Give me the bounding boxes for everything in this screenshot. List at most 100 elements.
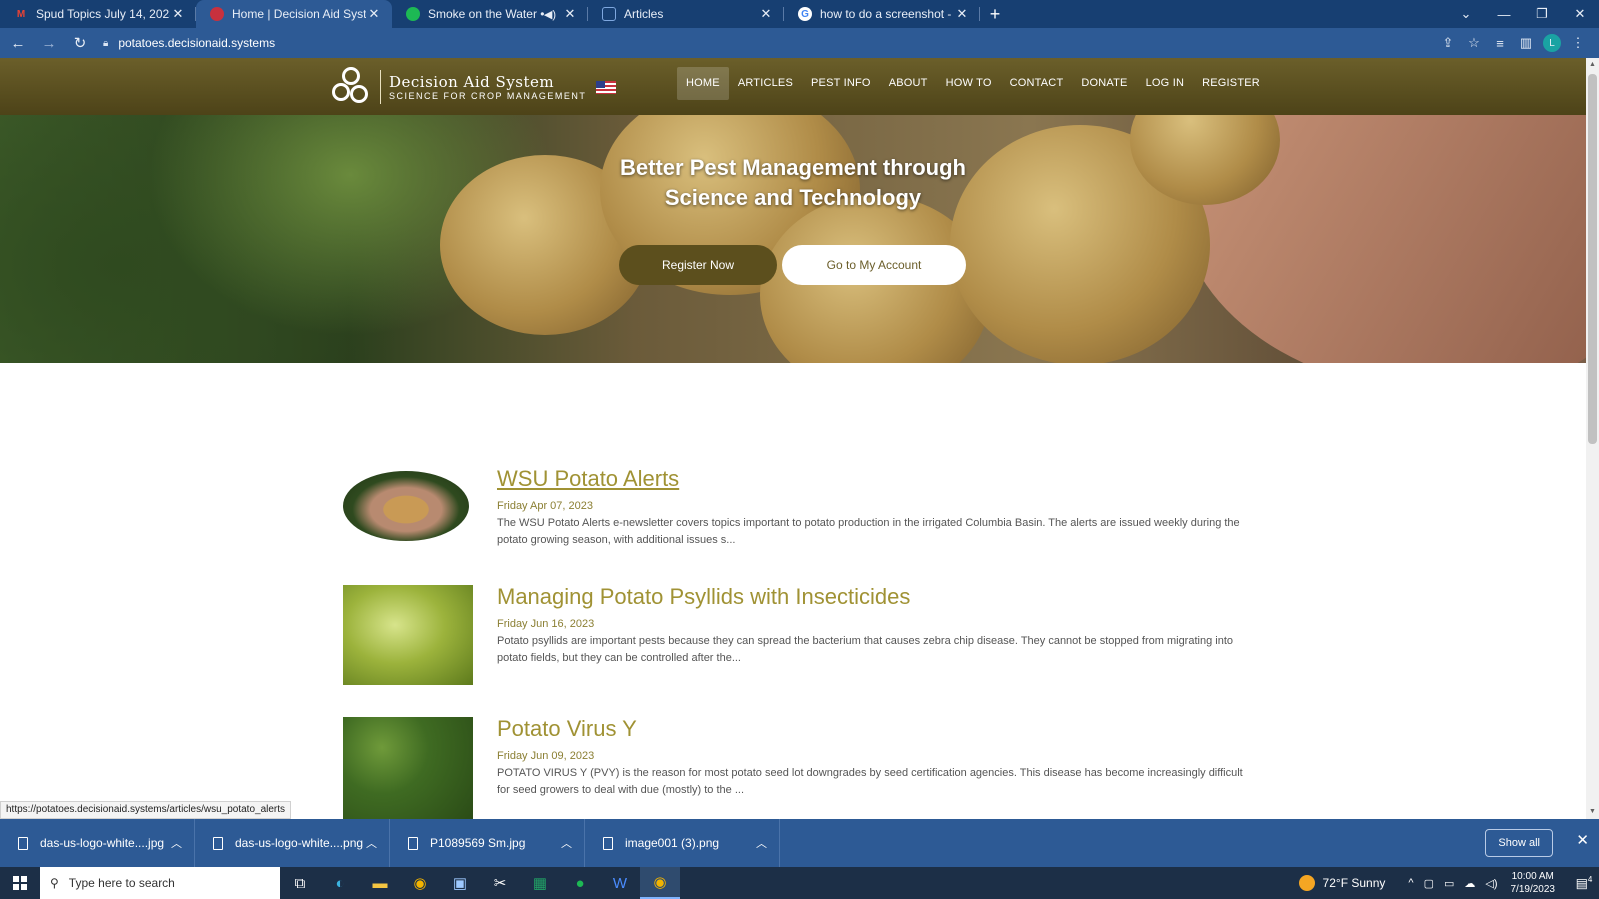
spotify-icon	[406, 7, 420, 21]
edge-icon[interactable]: ◐	[320, 867, 360, 899]
tab-google-search[interactable]: G how to do a screenshot - Google ✕	[784, 0, 980, 28]
volume-icon[interactable]: ◁)	[1485, 877, 1497, 890]
gmail-icon: M	[16, 8, 26, 20]
windows-taskbar: ⚲ Type here to search ⧉ ◐ ▬ ◉ ▣ ✂ ▦ ● W …	[0, 867, 1599, 899]
tab-search-icon[interactable]: ⌄	[1447, 0, 1485, 28]
google-icon: G	[798, 7, 812, 21]
chevron-up-icon[interactable]: ︿	[561, 835, 572, 851]
nav-register[interactable]: REGISTER	[1193, 67, 1269, 100]
close-icon[interactable]: ✕	[954, 6, 970, 22]
logo-tagline: SCIENCE FOR CROP MANAGEMENT	[389, 91, 587, 101]
us-flag-icon	[596, 80, 617, 94]
chrome-icon[interactable]: ◉	[400, 867, 440, 899]
nav-log-in[interactable]: LOG IN	[1137, 67, 1194, 100]
close-icon[interactable]: ✕	[758, 6, 774, 22]
windows-logo-icon	[13, 876, 27, 890]
chevron-up-icon[interactable]: ︿	[171, 835, 182, 851]
taskbar-search[interactable]: ⚲ Type here to search	[40, 867, 280, 899]
close-window-icon[interactable]: ✕	[1561, 0, 1599, 28]
tab-spotify[interactable]: Smoke on the Water • Deep ◀) ✕	[392, 0, 588, 28]
site-logo[interactable]: Decision Aid System SCIENCE FOR CROP MAN…	[330, 67, 617, 107]
back-icon[interactable]: ←	[5, 30, 31, 56]
nav-pest-info[interactable]: PEST INFO	[802, 67, 880, 100]
system-tray: 72°F Sunny ^ ▢ ▭ ☁ ◁) 10:00 AM 7/19/2023…	[1298, 867, 1599, 899]
chevron-up-icon[interactable]: ︿	[366, 835, 377, 851]
article-title-link[interactable]: WSU Potato Alerts	[497, 466, 1245, 492]
register-now-button[interactable]: Register Now	[619, 245, 777, 285]
tab-decision-aid-home[interactable]: Home | Decision Aid Systems ✕	[196, 0, 392, 28]
clock[interactable]: 10:00 AM 7/19/2023	[1511, 870, 1556, 896]
tab-articles[interactable]: Articles ✕	[588, 0, 784, 28]
spotify-taskbar-icon[interactable]: ●	[560, 867, 600, 899]
side-panel-icon[interactable]: ▥	[1513, 30, 1539, 56]
share-icon[interactable]: ⇪	[1435, 30, 1461, 56]
tab-spud-topics[interactable]: M Spud Topics July 14, 2023 - lane ✕	[0, 0, 196, 28]
tab-label: Spud Topics July 14, 2023 - lane	[36, 7, 170, 21]
close-icon[interactable]: ✕	[170, 6, 186, 22]
meet-icon[interactable]: ▢	[1424, 877, 1434, 890]
virus-y-thumbnail[interactable]	[343, 717, 473, 819]
close-icon[interactable]: ✕	[562, 6, 578, 22]
article-title-link[interactable]: Potato Virus Y	[497, 716, 1245, 742]
close-icon[interactable]: ✕	[366, 6, 382, 22]
chevron-up-icon[interactable]: ^	[1408, 877, 1413, 889]
onedrive-icon[interactable]: ☁	[1464, 877, 1475, 890]
nav-articles[interactable]: ARTICLES	[729, 67, 802, 100]
download-item[interactable]: P1089569 Sm.jpg ︿	[390, 819, 585, 867]
tab-label: how to do a screenshot - Google	[820, 7, 954, 21]
more-menu-icon[interactable]: ⋮	[1565, 30, 1591, 56]
nav-contact[interactable]: CONTACT	[1001, 67, 1073, 100]
go-to-account-button[interactable]: Go to My Account	[782, 245, 966, 285]
notification-icon[interactable]: ▤4	[1569, 875, 1599, 891]
close-download-bar-icon[interactable]: ✕	[1576, 831, 1589, 849]
weather-widget[interactable]: 72°F Sunny	[1298, 875, 1385, 891]
scroll-up-icon[interactable]: ▲	[1586, 58, 1599, 72]
scrollbar-thumb[interactable]	[1588, 74, 1597, 444]
speaker-icon[interactable]: ◀)	[544, 8, 556, 21]
forward-icon[interactable]: →	[36, 30, 62, 56]
media-queue-icon[interactable]: ≡	[1487, 30, 1513, 56]
psyllid-thumbnail[interactable]	[343, 585, 473, 685]
download-bar: das-us-logo-white....jpg ︿ das-us-logo-w…	[0, 819, 1599, 867]
main-nav: HOME ARTICLES PEST INFO ABOUT HOW TO CON…	[677, 67, 1269, 100]
chevron-up-icon[interactable]: ︿	[756, 835, 767, 851]
bookmark-star-icon[interactable]: ☆	[1461, 30, 1487, 56]
excel-icon[interactable]: ▦	[520, 867, 560, 899]
task-view-icon[interactable]: ⧉	[280, 867, 320, 899]
minimize-icon[interactable]: —	[1485, 0, 1523, 28]
nav-donate[interactable]: DONATE	[1072, 67, 1136, 100]
show-all-downloads-button[interactable]: Show all	[1485, 829, 1553, 857]
lock-icon[interactable]: 🔒︎	[103, 38, 108, 49]
file-icon	[18, 836, 28, 850]
chrome-active-icon[interactable]: ◉	[640, 867, 680, 899]
das-logo-icon	[330, 67, 372, 107]
nav-home[interactable]: HOME	[677, 67, 729, 100]
hero-title: Better Pest Management through Science a…	[620, 155, 966, 210]
new-tab-button[interactable]: +	[980, 0, 1010, 28]
network-icon[interactable]: ▭	[1444, 877, 1454, 890]
word-icon[interactable]: W	[600, 867, 640, 899]
file-explorer-icon[interactable]: ▬	[360, 867, 400, 899]
download-item[interactable]: das-us-logo-white....png ︿	[195, 819, 390, 867]
article-title-link[interactable]: Managing Potato Psyllids with Insecticid…	[497, 584, 1245, 610]
scroll-down-icon[interactable]: ▼	[1586, 805, 1599, 819]
page-icon	[602, 7, 616, 21]
file-icon	[213, 836, 223, 850]
start-button[interactable]	[0, 867, 40, 899]
snipping-tool-icon[interactable]: ✂	[480, 867, 520, 899]
nav-about[interactable]: ABOUT	[880, 67, 937, 100]
nav-how-to[interactable]: HOW TO	[937, 67, 1001, 100]
download-item[interactable]: image001 (3).png ︿	[585, 819, 780, 867]
sun-icon	[1298, 875, 1315, 891]
file-icon	[408, 836, 418, 850]
file-icon	[603, 836, 613, 850]
download-item[interactable]: das-us-logo-white....jpg ︿	[0, 819, 195, 867]
wsu-alerts-thumbnail[interactable]	[343, 471, 469, 541]
address-bar[interactable]: 🔒︎ potatoes.decisionaid.systems	[103, 31, 1435, 55]
page-scrollbar[interactable]: ▲ ▼	[1586, 58, 1599, 819]
article-list: WSU Potato Alerts Friday Apr 07, 2023 Th…	[0, 363, 1586, 819]
profile-avatar[interactable]: L	[1543, 34, 1561, 52]
reload-icon[interactable]: ↻	[67, 30, 93, 56]
restore-icon[interactable]: ❐	[1523, 0, 1561, 28]
store-icon[interactable]: ▣	[440, 867, 480, 899]
